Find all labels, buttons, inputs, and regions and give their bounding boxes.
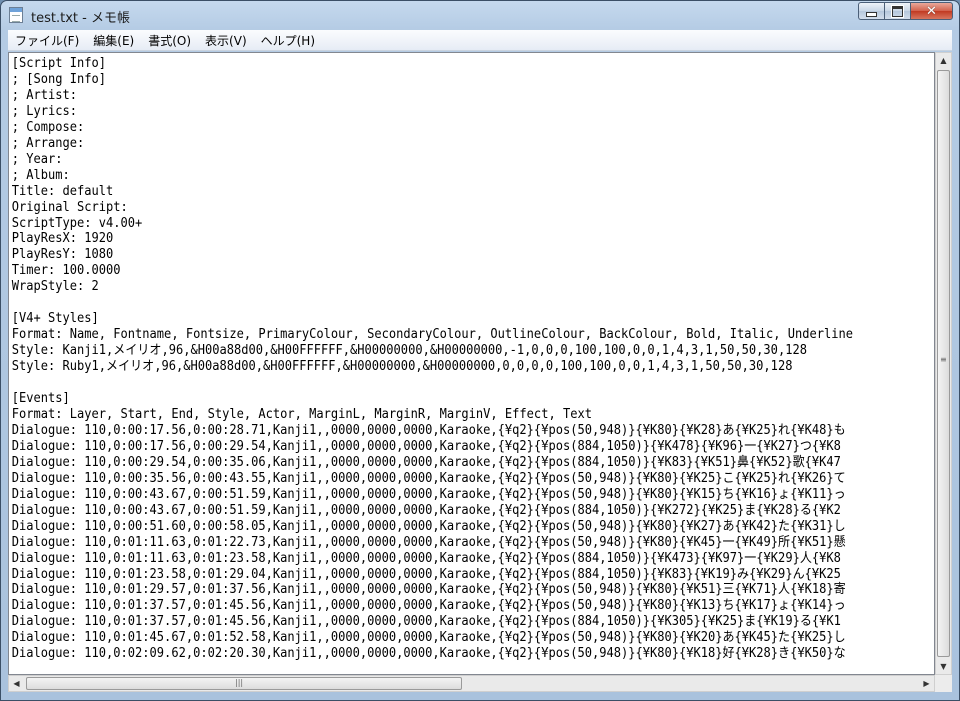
menu-help[interactable]: ヘルプ(H) bbox=[254, 32, 322, 49]
document-text[interactable]: [Script Info] ; [Song Info] ; Artist: ; … bbox=[9, 53, 860, 662]
menu-edit[interactable]: 編集(E) bbox=[86, 32, 141, 49]
title-bar[interactable]: test.txt - メモ帳 ✕ bbox=[1, 1, 959, 30]
menu-bar: ファイル(F) 編集(E) 書式(O) 表示(V) ヘルプ(H) bbox=[8, 30, 952, 51]
maximize-button[interactable] bbox=[884, 2, 910, 20]
vertical-grip-icon: ≡ bbox=[940, 355, 947, 364]
notepad-app-icon[interactable] bbox=[9, 7, 23, 23]
scroll-down-arrow-icon[interactable]: ▼ bbox=[936, 659, 951, 674]
scrollbar-corner bbox=[935, 675, 952, 692]
close-icon: ✕ bbox=[926, 3, 937, 19]
vertical-scrollbar[interactable]: ▲ ≡ ▼ bbox=[935, 52, 952, 675]
vertical-scroll-thumb[interactable]: ≡ bbox=[937, 70, 950, 657]
horizontal-grip-icon: ||| bbox=[235, 678, 244, 687]
scroll-right-arrow-icon[interactable]: ▶ bbox=[919, 676, 934, 691]
menu-format[interactable]: 書式(O) bbox=[141, 32, 198, 49]
maximize-icon bbox=[891, 4, 904, 18]
menu-file[interactable]: ファイル(F) bbox=[8, 32, 86, 49]
minimize-button[interactable] bbox=[858, 2, 884, 20]
caption-buttons: ✕ bbox=[858, 2, 953, 20]
scroll-left-arrow-icon[interactable]: ◀ bbox=[9, 676, 24, 691]
menu-view[interactable]: 表示(V) bbox=[198, 32, 254, 49]
minimize-icon bbox=[866, 11, 877, 17]
notepad-window: test.txt - メモ帳 ✕ ファイル(F) 編集(E) 書式(O) 表示(… bbox=[0, 0, 960, 701]
horizontal-scrollbar[interactable]: ◀ ||| ▶ bbox=[8, 675, 935, 692]
scroll-up-arrow-icon[interactable]: ▲ bbox=[936, 53, 951, 68]
close-button[interactable]: ✕ bbox=[910, 2, 953, 20]
horizontal-scroll-thumb[interactable]: ||| bbox=[26, 677, 462, 690]
text-editor[interactable]: [Script Info] ; [Song Info] ; Artist: ; … bbox=[8, 52, 935, 675]
window-title: test.txt - メモ帳 bbox=[31, 11, 130, 26]
